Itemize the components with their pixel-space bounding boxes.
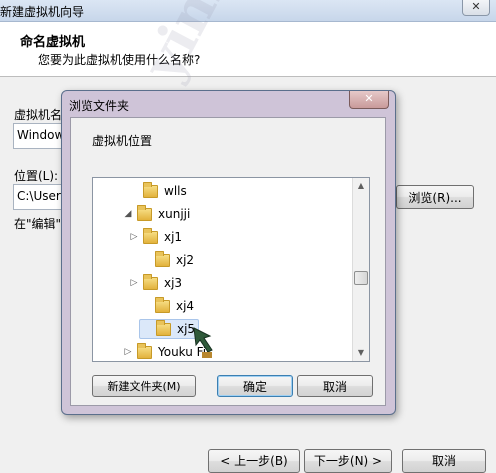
- scroll-thumb[interactable]: [354, 271, 368, 285]
- folder-icon: [156, 319, 171, 336]
- window-title: 新建虚拟机向导: [0, 5, 85, 19]
- expander-icon[interactable]: ▷: [127, 232, 141, 242]
- vm-name-label: 虚拟机名: [14, 108, 63, 122]
- folder-icon: [143, 181, 158, 198]
- next-button[interactable]: 下一步(N) >: [304, 449, 392, 473]
- new-folder-button[interactable]: 新建文件夹(M): [92, 375, 196, 397]
- folder-tree[interactable]: wlls ◢ xunjji ▷ xj1 xj2 ▷ xj3 xj4 xj5 ▷ Youku Fil ▲…: [92, 177, 370, 362]
- expander-icon[interactable]: ▷: [121, 347, 135, 357]
- dialog-body: 虚拟机位置 wlls ◢ xunjji ▷ xj1 xj2 ▷ xj3 xj4 xj5 ▷ Youku…: [70, 117, 386, 406]
- window-close-button[interactable]: ✕: [462, 0, 490, 16]
- tree-item-label: xj1: [164, 230, 183, 244]
- tree-item[interactable]: ▷ xj1: [127, 227, 182, 247]
- scroll-up-icon[interactable]: ▲: [353, 178, 369, 194]
- wizard-titlebar: 新建虚拟机向导 ✕: [0, 0, 496, 22]
- tree-item[interactable]: ▷ xj3: [127, 273, 182, 293]
- expander-icon[interactable]: ◢: [121, 209, 135, 219]
- folder-icon: [155, 296, 170, 313]
- cancel-button[interactable]: 取消: [402, 449, 486, 473]
- tree-item-label: xj3: [164, 276, 183, 290]
- location-label: 位置(L):: [14, 169, 59, 183]
- folder-icon: [137, 342, 152, 359]
- hint-text: 在"编辑": [14, 217, 62, 231]
- folder-icon: [143, 273, 158, 290]
- tree-scrollbar[interactable]: ▲ ▼: [352, 178, 369, 361]
- folder-icon: [137, 204, 152, 221]
- tree-item[interactable]: xj2: [139, 250, 194, 270]
- browse-folder-dialog: 浏览文件夹 ✕ 虚拟机位置 wlls ◢ xunjji ▷ xj1 xj2 ▷ xj3 xj4 x…: [61, 90, 396, 415]
- browse-button[interactable]: 浏览(R)...: [396, 185, 474, 209]
- tree-item-label: xunjji: [158, 207, 191, 221]
- scroll-down-icon[interactable]: ▼: [353, 345, 369, 361]
- dialog-title: 浏览文件夹: [69, 99, 130, 113]
- dialog-cancel-button[interactable]: 取消: [297, 375, 373, 397]
- dialog-prompt: 虚拟机位置: [92, 134, 153, 148]
- figure-cursor-icon: [193, 327, 213, 358]
- wizard-header: 命名虚拟机 您要为此虚拟机使用什么名称?: [0, 22, 496, 77]
- page-subtitle: 您要为此虚拟机使用什么名称?: [38, 53, 201, 67]
- tree-item-label: xj2: [176, 253, 195, 267]
- tree-item[interactable]: ◢ xunjji: [121, 204, 190, 224]
- dialog-close-button[interactable]: ✕: [349, 91, 389, 109]
- ok-button[interactable]: 确定: [217, 375, 293, 397]
- tree-item-label: wlls: [164, 184, 187, 198]
- folder-icon: [143, 227, 158, 244]
- expander-icon[interactable]: ▷: [127, 278, 141, 288]
- folder-icon: [155, 250, 170, 267]
- back-button[interactable]: < 上一步(B): [208, 449, 300, 473]
- page-title: 命名虚拟机: [20, 35, 86, 50]
- tree-item-label: xj4: [176, 299, 195, 313]
- tree-item[interactable]: xj4: [139, 296, 194, 316]
- tree-item[interactable]: wlls: [127, 181, 187, 201]
